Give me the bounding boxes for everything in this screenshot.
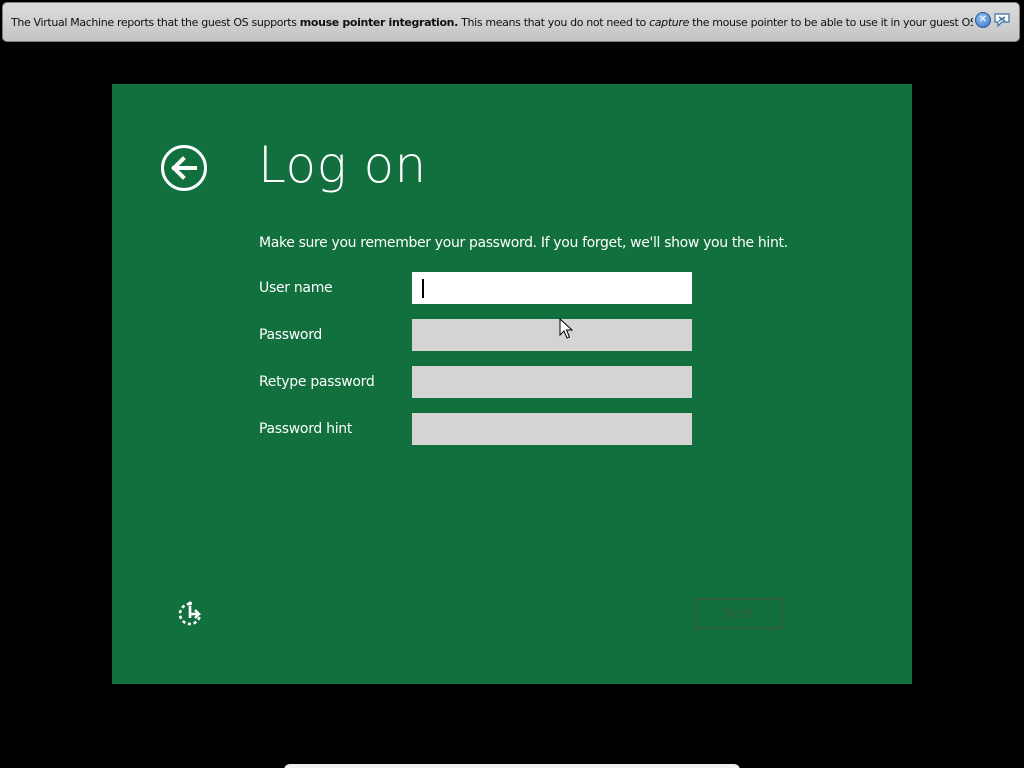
mouse-pointer-icon xyxy=(559,318,573,339)
vm-screen: The Virtual Machine reports that the gue… xyxy=(0,0,1024,768)
close-icon[interactable]: ✕ xyxy=(975,12,991,28)
notification-text-bold: mouse pointer integration. xyxy=(299,15,459,29)
ease-of-access-icon[interactable] xyxy=(176,600,204,628)
password-row: Password xyxy=(259,319,699,351)
notification-icons: ✕ xyxy=(975,12,1011,28)
instruction-text: Make sure you remember your password. If… xyxy=(259,235,788,251)
text-caret xyxy=(422,279,424,298)
password-hint-input[interactable] xyxy=(412,413,692,445)
info-balloon-icon[interactable] xyxy=(993,12,1011,28)
notification-text-prefix: The Virtual Machine reports that the gue… xyxy=(11,15,300,29)
password-input[interactable] xyxy=(412,319,692,351)
back-arrow-icon[interactable] xyxy=(160,144,208,192)
setup-panel: Log on Make sure you remember your passw… xyxy=(112,84,912,684)
vm-mini-toolbar[interactable] xyxy=(284,764,740,768)
next-button[interactable]: Next xyxy=(694,598,783,629)
retype-password-row: Retype password xyxy=(259,366,699,398)
notification-text-italic: capture xyxy=(649,15,689,29)
notification-bar: The Virtual Machine reports that the gue… xyxy=(2,2,1020,42)
retype-password-label: Retype password xyxy=(259,374,375,390)
user-name-label: User name xyxy=(259,280,333,296)
retype-password-input[interactable] xyxy=(412,366,692,398)
password-hint-label: Password hint xyxy=(259,421,353,437)
user-name-input[interactable] xyxy=(412,272,692,304)
notification-text-suffix: the mouse pointer to be able to use it i… xyxy=(692,15,973,29)
user-name-row: User name xyxy=(259,272,699,304)
password-hint-row: Password hint xyxy=(259,413,699,445)
notification-message: The Virtual Machine reports that the gue… xyxy=(11,16,973,29)
page-title: Log on xyxy=(258,136,427,194)
password-label: Password xyxy=(259,327,322,343)
notification-text-middle: This means that you do not need to xyxy=(458,15,650,29)
